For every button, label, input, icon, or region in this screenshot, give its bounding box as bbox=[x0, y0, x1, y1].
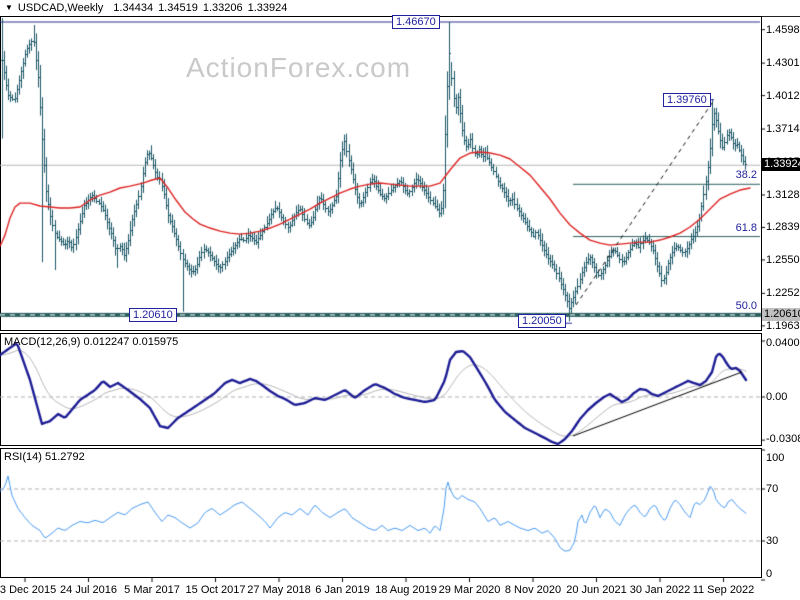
y-axis-label: 100 bbox=[766, 452, 785, 464]
x-axis-label: 6 Jan 2019 bbox=[315, 584, 370, 596]
x-axis-label: 8 Nov 2020 bbox=[504, 584, 562, 596]
x-axis-label: 5 Mar 2017 bbox=[124, 584, 180, 596]
x-axis-label: 30 Jan 2022 bbox=[629, 584, 691, 596]
price-level-label: 1.20610 bbox=[129, 307, 177, 322]
y-axis-label: 1.40120 bbox=[766, 89, 800, 102]
y-axis-label: 30 bbox=[766, 535, 779, 547]
y-axis-label: 70 bbox=[766, 483, 779, 495]
rsi-indicator-label: RSI(14) 51.2792 bbox=[4, 451, 85, 463]
x-axis-label: 27 May 2018 bbox=[247, 584, 311, 596]
x-axis-label: 24 Jul 2016 bbox=[60, 584, 117, 596]
support-axis-label: 1.20610 bbox=[762, 307, 800, 321]
price-level-label: 1.39760 bbox=[663, 92, 711, 107]
x-axis-label: 20 Jun 2021 bbox=[566, 584, 627, 596]
chart-window: ▼ USDCAD,Weekly 1.34434 1.34519 1.33206 … bbox=[0, 0, 800, 600]
y-axis-label: 1.28390 bbox=[766, 221, 800, 234]
x-axis-label: 13 Dec 2015 bbox=[0, 584, 57, 596]
y-axis-label: 0.00 bbox=[766, 391, 788, 403]
y-axis-label: 0.040094 bbox=[766, 337, 800, 349]
x-axis-label: 11 Sep 2022 bbox=[692, 584, 755, 596]
fib-label: 61.8 bbox=[735, 221, 757, 234]
y-axis-label: 1.22525 bbox=[766, 287, 800, 300]
y-axis-label: 1.31280 bbox=[766, 188, 800, 201]
current-price-label: 1.33924 bbox=[762, 158, 800, 172]
x-axis-label: 29 Mar 2020 bbox=[438, 584, 501, 596]
fib-label: 50.0 bbox=[735, 299, 757, 312]
x-axis-label: 15 Oct 2017 bbox=[185, 584, 246, 596]
y-axis-label: 1.43010 bbox=[766, 57, 800, 70]
x-axis-label: 18 Aug 2019 bbox=[375, 584, 437, 596]
fib-label: 38.2 bbox=[735, 169, 757, 182]
macd-indicator-label: MACD(12,26,9) 0.012247 0.015975 bbox=[4, 336, 179, 348]
y-axis-label: 0 bbox=[766, 568, 773, 580]
y-axis-label: 1.19635 bbox=[766, 319, 800, 332]
y-axis-label: 1.37145 bbox=[766, 123, 800, 136]
chart-canvas[interactable] bbox=[0, 0, 800, 600]
price-level-label: 1.20050 bbox=[518, 314, 566, 329]
y-axis-label: 1.45985 bbox=[766, 23, 800, 36]
y-axis-label: 1.25500 bbox=[766, 253, 800, 266]
y-axis-label: -0.03086 bbox=[766, 433, 800, 445]
price-level-label: 1.46670 bbox=[392, 15, 440, 29]
